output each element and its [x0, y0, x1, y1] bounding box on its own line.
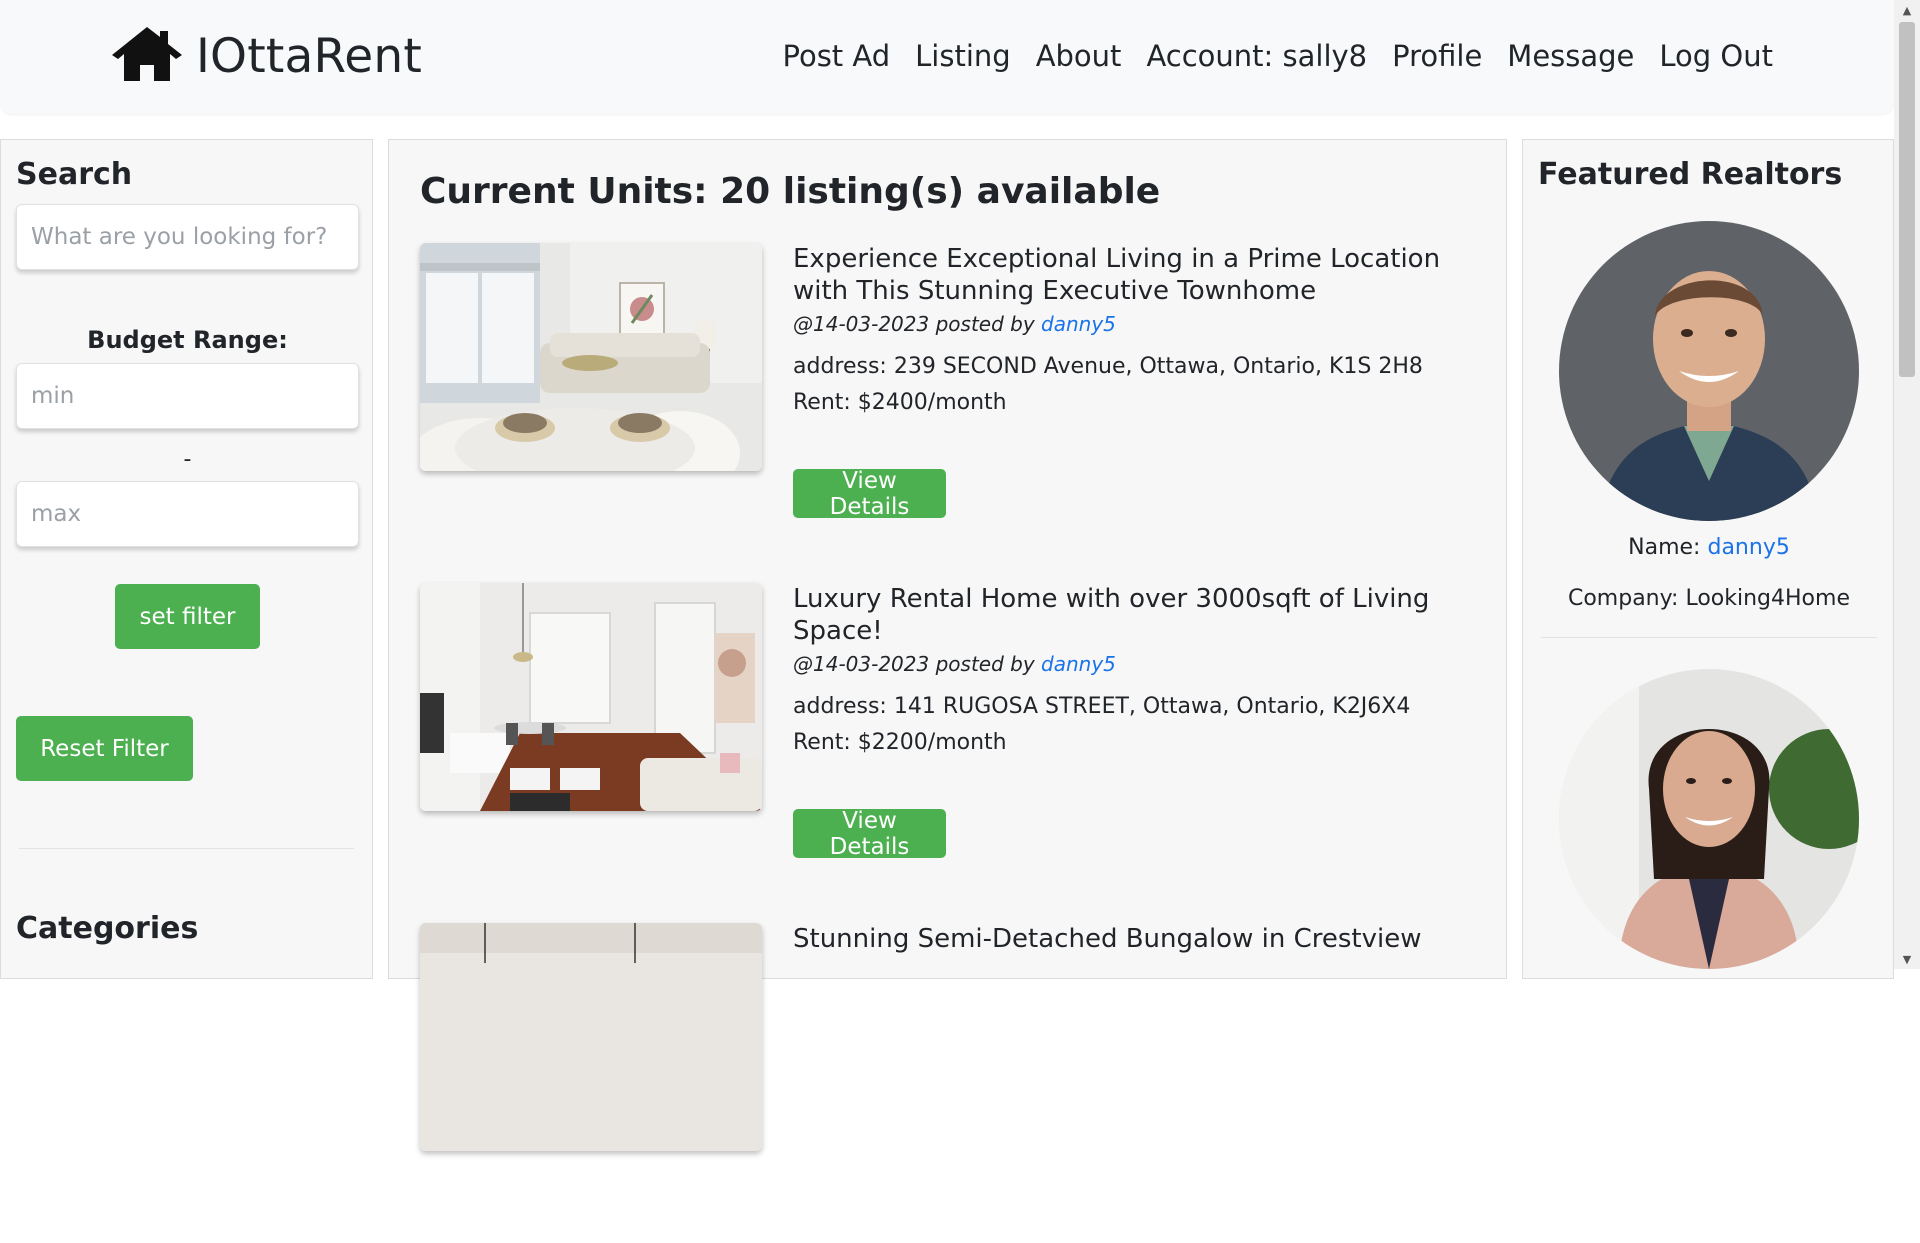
nav-listing[interactable]: Listing	[915, 39, 1011, 73]
listing-title[interactable]: Luxury Rental Home with over 3000sqft of…	[793, 583, 1483, 647]
listing-address: address: 141 RUGOSA STREET, Ottawa, Onta…	[793, 694, 1411, 719]
realtor-name-label: Name:	[1628, 535, 1701, 560]
listing-posted: @14-03-2023 posted by danny5	[793, 651, 1483, 677]
listing-rent: Rent: $2400/month	[793, 390, 1007, 415]
listings-count-title: Current Units: 20 listing(s) available	[420, 171, 1161, 212]
poster-link[interactable]: danny5	[1041, 312, 1116, 336]
set-filter-button[interactable]: set filter	[115, 584, 260, 649]
house-icon	[110, 25, 184, 87]
view-details-button[interactable]: View Details	[793, 808, 946, 860]
scroll-up-icon[interactable]: ▲	[1894, 0, 1920, 20]
search-title: Search	[16, 157, 133, 192]
poster-link[interactable]: danny5	[1041, 652, 1116, 676]
posted-date: @14-03-2023 posted by	[793, 652, 1035, 676]
realtor-avatar[interactable]	[1559, 669, 1859, 969]
listing-info: Luxury Rental Home with over 3000sqft of…	[793, 583, 1483, 761]
budget-min-input[interactable]	[16, 363, 359, 429]
realtor-company: Company: Looking4Home	[1523, 586, 1895, 611]
budget-max-input[interactable]	[16, 481, 359, 547]
scroll-thumb[interactable]	[1899, 22, 1915, 377]
realtor-company-value: Looking4Home	[1685, 586, 1850, 611]
brand-name: IOttaRent	[196, 28, 422, 84]
search-input[interactable]	[16, 204, 359, 270]
featured-realtors-title: Featured Realtors	[1538, 157, 1843, 192]
featured-realtors-panel: Featured Realtors Name: danny5 Company: …	[1522, 139, 1894, 979]
listing-info: Experience Exceptional Living in a Prime…	[793, 243, 1483, 421]
nav-post-ad[interactable]: Post Ad	[783, 39, 891, 73]
budget-separator: -	[183, 447, 192, 472]
scroll-down-icon[interactable]: ▼	[1894, 949, 1920, 969]
divider	[19, 848, 354, 849]
listings-panel: Current Units: 20 listing(s) available E…	[388, 139, 1507, 1151]
realtor-name: Name: danny5	[1523, 535, 1895, 560]
listing-card: Stunning Semi-Detached Bungalow in Crest…	[420, 923, 1480, 1243]
categories-title: Categories	[16, 911, 199, 946]
listing-address: address: 239 SECOND Avenue, Ottawa, Onta…	[793, 354, 1423, 379]
nav-profile[interactable]: Profile	[1392, 39, 1482, 73]
posted-date: @14-03-2023 posted by	[793, 312, 1035, 336]
view-details-button[interactable]: View Details	[793, 468, 946, 520]
nav-message[interactable]: Message	[1507, 39, 1634, 73]
listing-photo[interactable]	[420, 583, 762, 811]
brand-link[interactable]: IOttaRent	[110, 26, 422, 86]
listing-title[interactable]: Stunning Semi-Detached Bungalow in Crest…	[793, 923, 1483, 955]
listing-card: Experience Exceptional Living in a Prime…	[420, 243, 1480, 563]
search-panel: Search Budget Range: - set filter Reset …	[0, 139, 373, 979]
realtor-name-link[interactable]: danny5	[1707, 535, 1789, 560]
top-navbar: IOttaRent Post Ad Listing About Account:…	[0, 0, 1894, 114]
reset-filter-button[interactable]: Reset Filter	[16, 716, 193, 781]
listing-photo[interactable]	[420, 243, 762, 471]
listing-photo[interactable]	[420, 923, 762, 1151]
nav-about[interactable]: About	[1036, 39, 1122, 73]
nav-log-out[interactable]: Log Out	[1659, 39, 1773, 73]
page-scrollbar[interactable]: ▲ ▼	[1894, 0, 1920, 969]
nav-links: Post Ad Listing About Account: sally8 Pr…	[783, 36, 1774, 76]
listing-title[interactable]: Experience Exceptional Living in a Prime…	[793, 243, 1483, 307]
listing-rent: Rent: $2200/month	[793, 730, 1007, 755]
listing-card: Luxury Rental Home with over 3000sqft of…	[420, 583, 1480, 903]
divider	[1541, 637, 1877, 638]
listing-posted: @14-03-2023 posted by danny5	[793, 311, 1483, 337]
nav-account[interactable]: Account: sally8	[1146, 39, 1367, 73]
realtor-avatar[interactable]	[1559, 221, 1859, 521]
budget-range-label: Budget Range:	[87, 326, 288, 354]
realtor-company-label: Company:	[1567, 586, 1679, 611]
listing-info: Stunning Semi-Detached Bungalow in Crest…	[793, 923, 1483, 955]
